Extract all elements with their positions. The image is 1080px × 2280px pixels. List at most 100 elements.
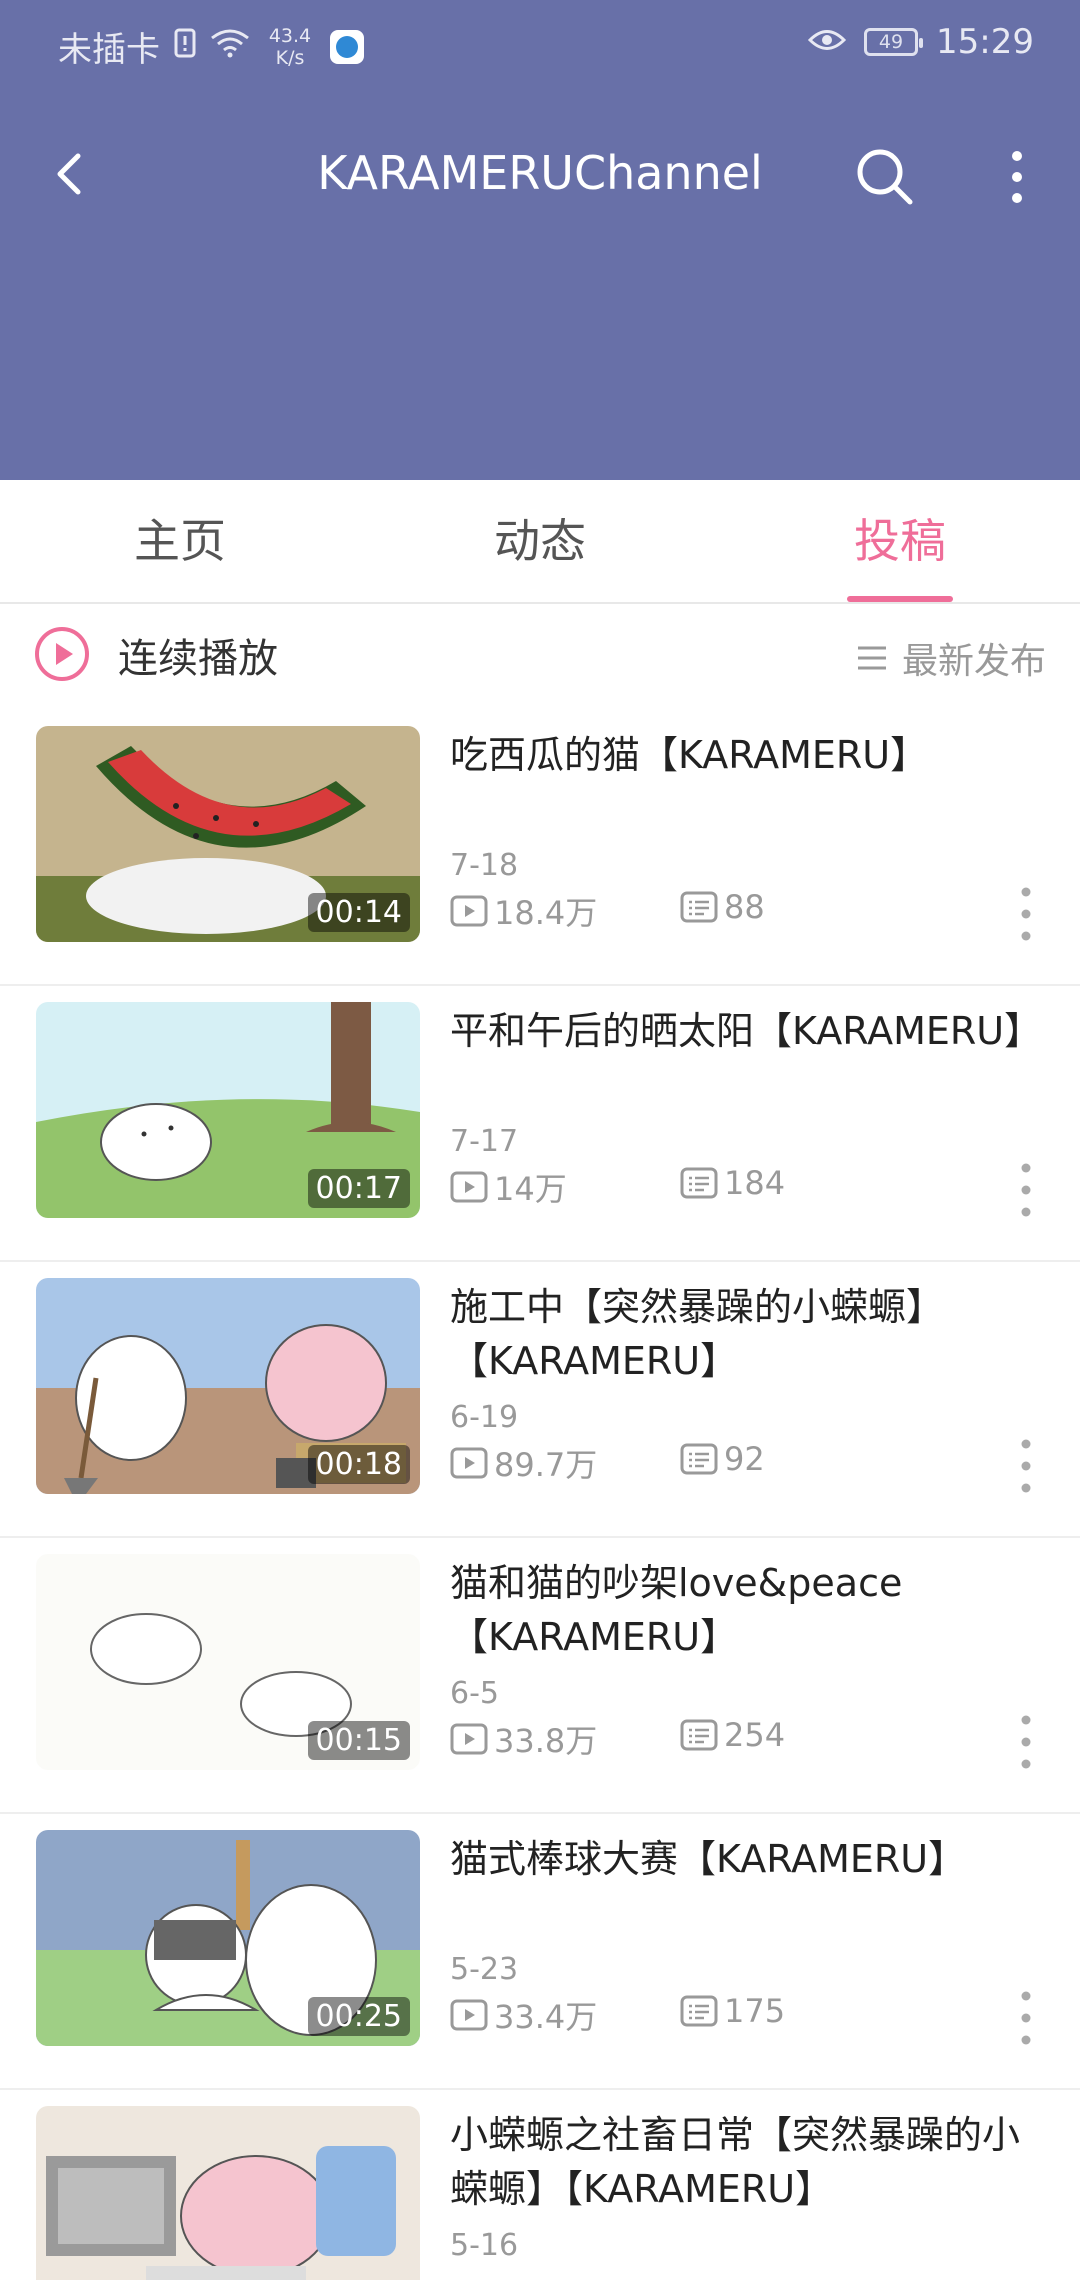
video-date: 5-16 — [450, 2228, 519, 2263]
video-duration: 00:17 — [307, 1169, 410, 1208]
video-date: 6-19 — [450, 1400, 519, 1435]
eye-comfort-icon — [807, 22, 847, 62]
comment-count: 175 — [724, 1992, 786, 2030]
video-item[interactable]: 00:15 猫和猫的吵架love&peace【KARAMERU】 6-5 33.… — [0, 1536, 1080, 1814]
video-more-button[interactable] — [1016, 1988, 1036, 2048]
video-duration: 00:25 — [307, 1997, 410, 2036]
search-button[interactable] — [850, 142, 920, 212]
views-stat: 89.7万 — [450, 1440, 597, 1486]
carrier-label: 未插卡 — [58, 30, 160, 70]
video-title[interactable]: 施工中【突然暴躁的小蝾螈】【KARAMERU】 — [450, 1280, 1040, 1388]
play-count-icon — [450, 1999, 488, 2031]
more-vertical-icon — [1021, 1163, 1031, 1217]
video-date: 6-5 — [450, 1676, 499, 1711]
views-stat: 33.8万 — [450, 1716, 597, 1762]
video-duration: 00:14 — [307, 893, 410, 932]
video-more-button[interactable] — [1016, 1712, 1036, 1772]
comment-count: 184 — [724, 1164, 786, 1202]
danmaku-icon — [680, 891, 718, 923]
video-thumbnail[interactable] — [36, 2106, 420, 2280]
sort-list-icon — [857, 646, 886, 670]
video-duration: 00:15 — [307, 1721, 410, 1760]
comments-stat: 88 — [680, 888, 765, 926]
video-title[interactable]: 吃西瓜的猫【KARAMERU】 — [450, 728, 1040, 782]
sort-label: 最新发布 — [901, 641, 1046, 682]
wifi-icon — [210, 27, 250, 67]
play-count-icon — [450, 1723, 488, 1755]
channel-tabs: 主页 动态 投稿 — [0, 480, 1080, 604]
comment-count: 88 — [724, 888, 765, 926]
danmaku-icon — [680, 1995, 718, 2027]
play-count-icon — [450, 1447, 488, 1479]
continuous-play-label[interactable]: 连续播放 — [118, 626, 278, 684]
video-title[interactable]: 猫和猫的吵架love&peace【KARAMERU】 — [450, 1556, 1040, 1664]
video-thumbnail[interactable]: 00:15 — [36, 1554, 420, 1770]
view-count: 89.7万 — [494, 1446, 598, 1484]
view-count: 33.8万 — [494, 1722, 598, 1760]
play-count-icon — [450, 1171, 488, 1203]
more-vertical-icon — [1021, 1439, 1031, 1493]
video-stats: 89.7万 92 — [450, 1440, 1050, 1490]
more-vertical-icon — [1021, 1715, 1031, 1769]
video-item[interactable]: 小蝾螈之社畜日常【突然暴躁的小蝾螈】【KARAMERU】 5-16 — [0, 2088, 1080, 2280]
video-item[interactable]: 00:17 平和午后的晒太阳【KARAMERU】 7-17 14万 184 — [0, 984, 1080, 1262]
video-date: 7-17 — [450, 1124, 519, 1159]
clock: 15:29 — [936, 22, 1034, 62]
status-bar: 未插卡 43.4 K/s 49 15:29 — [0, 0, 1080, 92]
views-stat: 33.4万 — [450, 1992, 597, 2038]
search-icon — [857, 149, 913, 205]
tab-home[interactable]: 主页 — [0, 480, 360, 602]
video-more-button[interactable] — [1016, 884, 1036, 944]
video-thumbnail[interactable]: 00:17 — [36, 1002, 420, 1218]
sim-icon — [174, 27, 196, 67]
video-item[interactable]: 00:14 吃西瓜的猫【KARAMERU】 7-18 18.4万 88 — [0, 708, 1080, 986]
video-item[interactable]: 00:18 施工中【突然暴躁的小蝾螈】【KARAMERU】 6-19 89.7万… — [0, 1260, 1080, 1538]
app-notification-icon — [330, 29, 364, 64]
comment-count: 92 — [724, 1440, 765, 1478]
battery-icon: 49 — [864, 28, 924, 56]
video-stats: 18.4万 88 — [450, 888, 1050, 938]
comments-stat: 175 — [680, 1992, 785, 2030]
playbar: 连续播放 最新发布 — [0, 604, 1080, 708]
tab-activity[interactable]: 动态 — [360, 480, 720, 602]
comments-stat: 92 — [680, 1440, 765, 1478]
comments-stat: 254 — [680, 1716, 785, 1754]
office-axolotl-thumbnail-image — [36, 2106, 420, 2280]
channel-header: 未插卡 43.4 K/s 49 15:29 KARAMERUChannel — [0, 0, 1080, 480]
comments-stat: 184 — [680, 1164, 785, 1202]
video-more-button[interactable] — [1016, 1160, 1036, 1220]
play-count-icon — [450, 895, 488, 927]
view-count: 33.4万 — [494, 1998, 598, 2036]
title-bar: KARAMERUChannel — [0, 132, 1080, 216]
more-vertical-icon — [1012, 151, 1022, 203]
video-duration: 00:18 — [307, 1445, 410, 1484]
network-speed: 43.4 K/s — [268, 24, 312, 69]
video-thumbnail[interactable]: 00:25 — [36, 1830, 420, 2046]
danmaku-icon — [680, 1719, 718, 1751]
video-thumbnail[interactable]: 00:14 — [36, 726, 420, 942]
video-thumbnail[interactable]: 00:18 — [36, 1278, 420, 1494]
play-circle-icon — [35, 627, 89, 681]
video-date: 7-18 — [450, 848, 519, 883]
video-more-button[interactable] — [1016, 1436, 1036, 1496]
danmaku-icon — [680, 1443, 718, 1475]
video-title[interactable]: 平和午后的晒太阳【KARAMERU】 — [450, 1004, 1042, 1058]
video-item[interactable]: 00:25 猫式棒球大赛【KARAMERU】 5-23 33.4万 175 — [0, 1812, 1080, 2090]
view-count: 18.4万 — [494, 894, 598, 932]
danmaku-icon — [680, 1167, 718, 1199]
view-count: 14万 — [494, 1170, 567, 1208]
views-stat: 18.4万 — [450, 888, 597, 934]
more-options-button[interactable] — [992, 142, 1042, 212]
comment-count: 254 — [724, 1716, 786, 1754]
video-title[interactable]: 小蝾螈之社畜日常【突然暴躁的小蝾螈】【KARAMERU】 — [450, 2108, 1040, 2216]
tab-uploads[interactable]: 投稿 — [720, 480, 1080, 602]
sort-dropdown[interactable]: 最新发布 — [856, 632, 1046, 684]
more-vertical-icon — [1021, 887, 1031, 941]
video-title[interactable]: 猫式棒球大赛【KARAMERU】 — [450, 1832, 1040, 1886]
continuous-play-button[interactable] — [34, 626, 90, 682]
video-stats: 33.4万 175 — [450, 1992, 1050, 2042]
more-vertical-icon — [1021, 1991, 1031, 2045]
views-stat: 14万 — [450, 1164, 567, 1210]
video-date: 5-23 — [450, 1952, 519, 1987]
video-stats: 33.8万 254 — [450, 1716, 1050, 1766]
